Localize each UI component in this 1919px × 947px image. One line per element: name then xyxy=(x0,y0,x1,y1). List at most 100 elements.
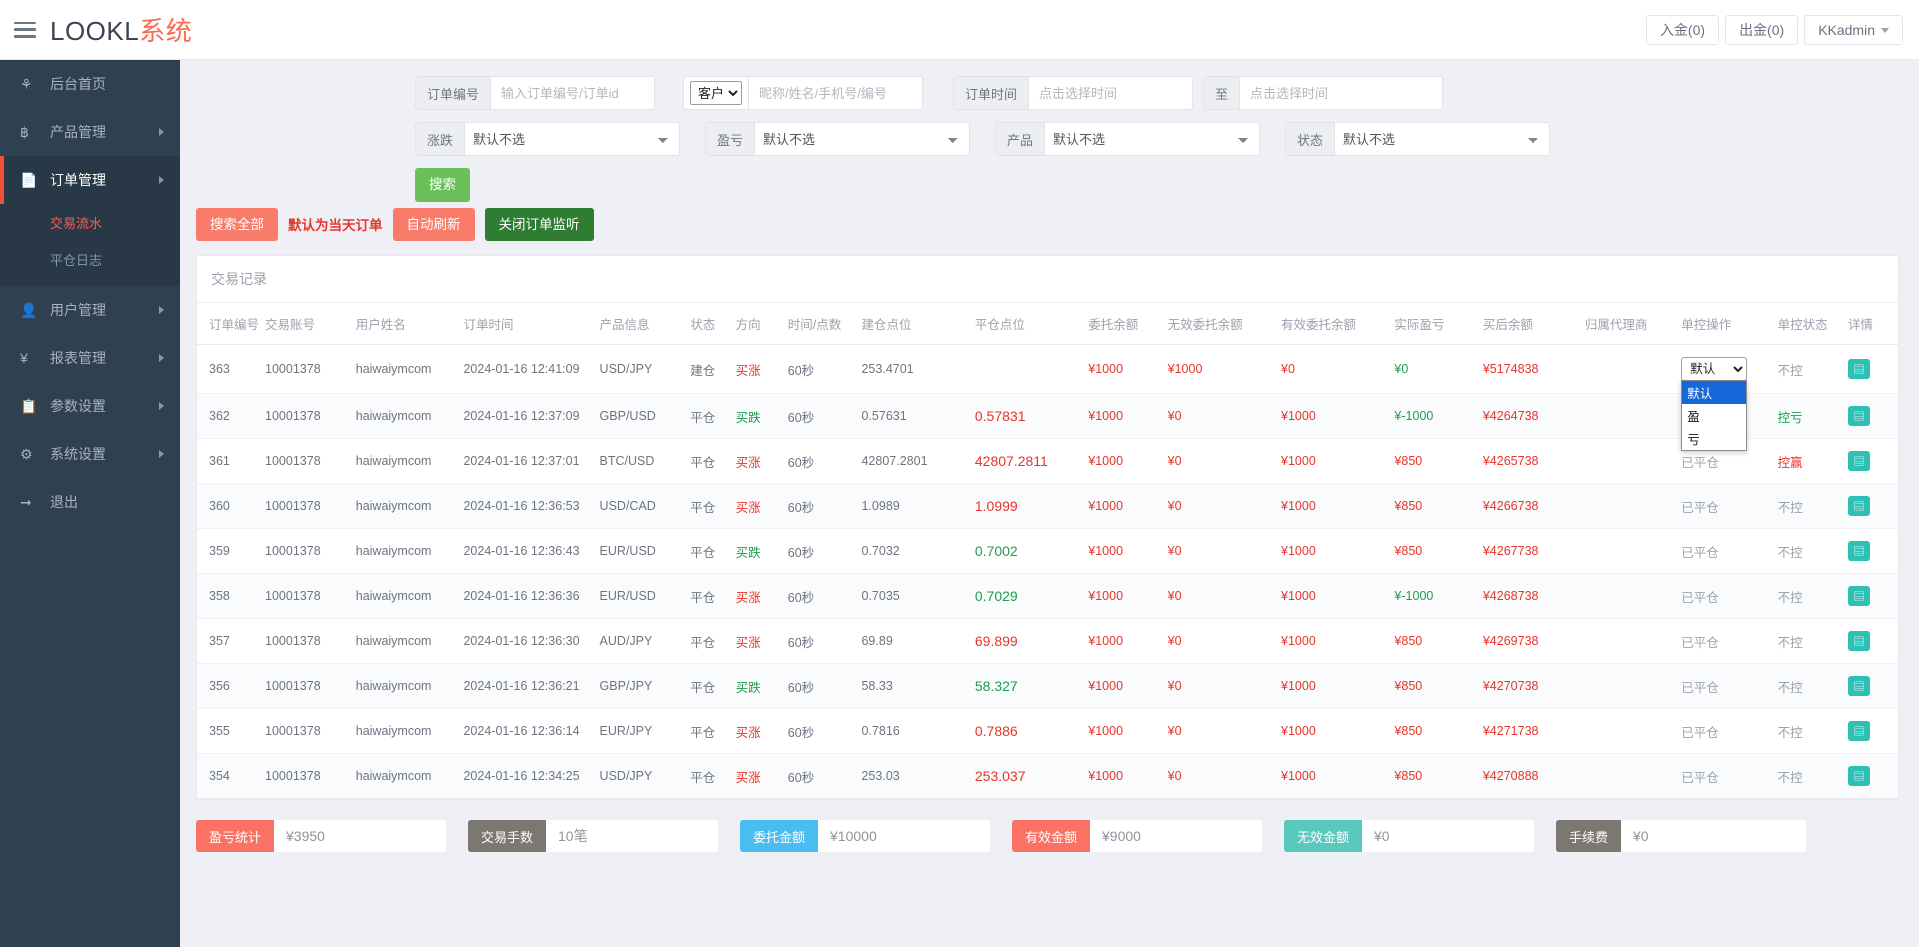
sidebar-item-params[interactable]: 📋 参数设置 xyxy=(0,382,180,430)
cell-invalid-entrust-balance: ¥0 xyxy=(1167,393,1282,440)
profit-loss-select[interactable]: 默认不选 xyxy=(755,123,969,155)
cell-agent xyxy=(1584,528,1682,575)
cell-agent xyxy=(1584,483,1682,530)
detail-icon[interactable]: ▤ xyxy=(1847,451,1870,472)
single-control-option[interactable]: 盈 xyxy=(1682,404,1746,427)
cell-single-control-action: 已平仓 xyxy=(1681,753,1778,800)
detail-icon[interactable]: ▤ xyxy=(1847,721,1870,742)
single-control-option[interactable]: 默认 xyxy=(1682,381,1747,405)
cell-account: 10001378 xyxy=(265,618,356,665)
sidebar-item-user[interactable]: 👤 用户管理 xyxy=(0,286,180,334)
cell-product: USD/JPY xyxy=(599,344,691,395)
cell-product: EUR/USD xyxy=(599,528,691,575)
search-button[interactable]: 搜索 xyxy=(415,168,470,202)
cell-valid-entrust-balance: ¥1000 xyxy=(1281,573,1395,620)
sidebar-item-logout[interactable]: ➞ 退出 xyxy=(0,478,180,526)
cell-product: EUR/JPY xyxy=(599,708,691,755)
cell-account: 10001378 xyxy=(265,393,356,440)
cell-entrust-balance: ¥1000 xyxy=(1088,573,1168,620)
cell-balance-after: ¥4271738 xyxy=(1482,708,1585,755)
order-no-input[interactable] xyxy=(491,77,654,109)
trade-records-card: 交易记录 订单编号 交易账号 用户姓名 订单时间 产品信息 状态 方向 时间/点 xyxy=(196,255,1899,801)
detail-icon[interactable]: ▤ xyxy=(1847,496,1870,517)
cell-close-point: 0.7029 xyxy=(974,573,1089,620)
order-time-start-input[interactable] xyxy=(1029,77,1192,109)
search-all-button[interactable]: 搜索全部 xyxy=(196,207,278,242)
cell-order-time: 2024-01-16 12:41:09 xyxy=(463,344,600,395)
cell-close-point xyxy=(974,344,1089,395)
user-menu-button[interactable]: KKadmin xyxy=(1804,14,1903,45)
sidebar-item-label: 订单管理 xyxy=(50,172,106,188)
cell-detail: ▤ xyxy=(1847,344,1898,395)
table-row: 362 10001378 haiwaiymcom 2024-01-16 12:37:0… xyxy=(197,393,1898,440)
detail-icon[interactable]: ▤ xyxy=(1847,406,1870,427)
withdraw-button[interactable]: 出金(0) xyxy=(1725,14,1799,45)
cell-account: 10001378 xyxy=(265,573,356,620)
cell-single-control-status: 控赢 xyxy=(1777,438,1848,485)
cell-direction: 买涨 xyxy=(735,483,788,530)
cell-duration: 60秒 xyxy=(787,708,862,755)
detail-icon[interactable]: ▤ xyxy=(1847,586,1870,607)
sidebar-item-order[interactable]: 📄 订单管理 xyxy=(0,156,180,204)
cell-username: haiwaiymcom xyxy=(355,483,464,530)
cell-order-time: 2024-01-16 12:36:21 xyxy=(463,663,600,710)
detail-icon[interactable]: ▤ xyxy=(1847,541,1870,562)
cell-entrust-balance: ¥1000 xyxy=(1088,528,1168,575)
cell-close-point: 1.0999 xyxy=(974,483,1089,530)
cell-account: 10001378 xyxy=(265,663,356,710)
detail-icon[interactable]: ▤ xyxy=(1847,766,1870,787)
sidebar-item-product[interactable]: ฿ 产品管理 xyxy=(0,108,180,156)
dashboard-icon: ⚘ xyxy=(20,75,33,92)
cell-single-control-status: 不控 xyxy=(1777,708,1848,755)
cell-status: 平仓 xyxy=(690,528,736,575)
order-time-end-input[interactable] xyxy=(1240,77,1442,109)
customer-keyword-input[interactable] xyxy=(748,77,922,109)
sidebar-item-label: 报表管理 xyxy=(50,350,106,366)
cell-duration: 60秒 xyxy=(787,483,862,530)
cell-product: AUD/JPY xyxy=(599,618,691,665)
customer-type-select[interactable]: 客户 xyxy=(690,81,742,105)
col-invalid-entrust-balance: 无效委托余额 xyxy=(1167,303,1282,346)
cell-single-control-status: 不控 xyxy=(1777,528,1848,575)
hamburger-icon[interactable] xyxy=(14,21,36,38)
summary-stat-value: ¥3950 xyxy=(274,820,446,853)
cell-actual-pnl: ¥850 xyxy=(1394,618,1483,665)
single-control-select[interactable]: 默认 xyxy=(1681,357,1748,382)
sidebar-group-user: 👤 用户管理 xyxy=(0,286,180,334)
cell-open-point: 0.57631 xyxy=(861,393,975,440)
auto-refresh-button[interactable]: 自动刷新 xyxy=(392,207,475,242)
sidebar-subitem-close-log[interactable]: 平仓日志 xyxy=(0,241,180,278)
cell-username: haiwaiymcom xyxy=(355,573,464,620)
cell-order-no: 362 xyxy=(197,393,266,440)
filter-row-3: 搜索 xyxy=(200,168,1899,202)
col-entrust-balance: 委托余额 xyxy=(1088,303,1168,346)
cell-actual-pnl: ¥-1000 xyxy=(1394,393,1483,440)
cell-valid-entrust-balance: ¥1000 xyxy=(1281,438,1395,485)
sidebar-group-report: ¥ 报表管理 xyxy=(0,334,180,382)
cell-order-no: 354 xyxy=(197,753,266,800)
detail-icon[interactable]: ▤ xyxy=(1847,676,1870,697)
order-time-end-group: 至 xyxy=(1203,76,1443,110)
product-select[interactable]: 默认不选 xyxy=(1045,123,1259,155)
detail-icon[interactable]: ▤ xyxy=(1847,631,1870,652)
status-select[interactable]: 默认不选 xyxy=(1335,123,1549,155)
sidebar-item-report[interactable]: ¥ 报表管理 xyxy=(0,334,180,382)
detail-icon[interactable]: ▤ xyxy=(1847,359,1870,380)
cell-product: GBP/USD xyxy=(599,393,691,440)
product-label: 产品 xyxy=(996,123,1046,155)
sidebar-item-home[interactable]: ⚘ 后台首页 xyxy=(0,60,180,108)
summary-stat-label: 手续费 xyxy=(1556,820,1622,853)
cell-order-time: 2024-01-16 12:36:36 xyxy=(463,573,600,620)
single-control-dropdown[interactable]: 默认 默认盈亏 xyxy=(1681,357,1748,452)
single-control-option[interactable]: 亏 xyxy=(1682,427,1746,450)
rise-fall-select[interactable]: 默认不选 xyxy=(465,123,679,155)
single-control-option-list[interactable]: 默认盈亏 xyxy=(1681,380,1748,452)
cell-account: 10001378 xyxy=(265,344,356,395)
copy-icon: 📋 xyxy=(20,397,38,414)
sidebar-item-system[interactable]: ⚙ 系统设置 xyxy=(0,430,180,478)
sidebar-subitem-trade-flow[interactable]: 交易流水 xyxy=(0,204,180,241)
deposit-button[interactable]: 入金(0) xyxy=(1645,14,1720,45)
close-order-monitor-button[interactable]: 关闭订单监听 xyxy=(484,207,594,242)
table-row: 357 10001378 haiwaiymcom 2024-01-16 12:36:3… xyxy=(197,618,1898,665)
cell-open-point: 58.33 xyxy=(861,663,975,710)
